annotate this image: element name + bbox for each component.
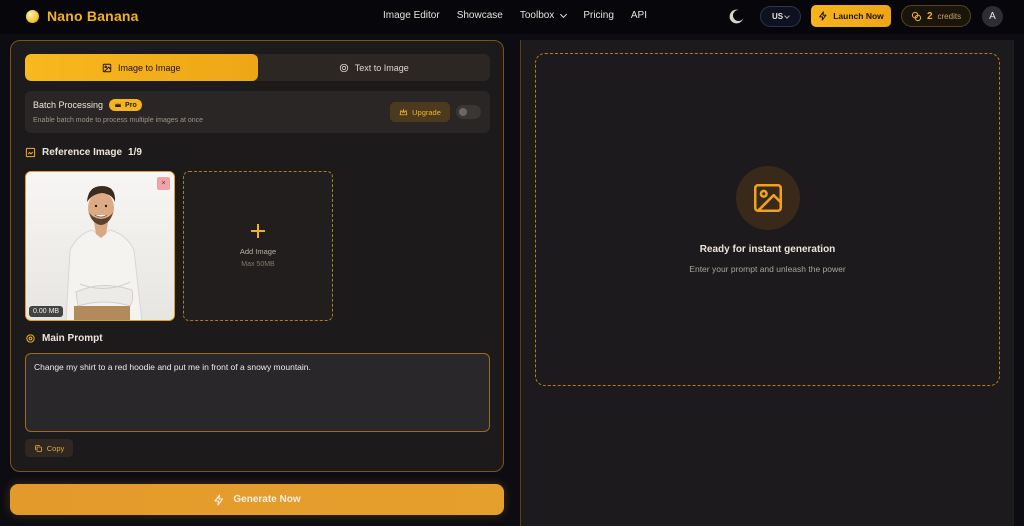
credits-label: credits	[937, 11, 962, 21]
crown-icon	[399, 107, 408, 115]
editor-panel: Image to Image Text to Image Batch Proce…	[10, 40, 504, 472]
main-prompt-value: Change my shirt to a red hoodie and put …	[34, 362, 311, 372]
batch-toggle[interactable]	[456, 105, 481, 119]
plus-icon	[251, 224, 265, 238]
top-navbar: Nano Banana Image Editor Showcase Toolbo…	[0, 0, 1024, 34]
close-icon: ×	[161, 180, 166, 187]
tab-image-to-image[interactable]: Image to Image	[25, 54, 258, 81]
tab-text-to-image-label: Text to Image	[354, 62, 409, 73]
main-prompt-heading: Main Prompt	[25, 333, 103, 344]
bolt-icon	[214, 493, 224, 506]
batch-title-row: Batch Processing Pro	[33, 99, 142, 111]
chevron-down-icon	[784, 12, 790, 19]
language-value: US	[771, 12, 784, 21]
brand-logo[interactable]: Nano Banana	[26, 8, 139, 24]
moon-icon[interactable]	[733, 10, 744, 21]
photo-stack-icon	[25, 147, 36, 158]
language-selector[interactable]: US	[760, 6, 801, 27]
generate-now-label: Generate Now	[233, 494, 301, 505]
output-preview-area: Ready for instant generation Enter your …	[535, 53, 1000, 386]
preview-title: Ready for instant generation	[699, 244, 836, 255]
bolt-icon	[819, 11, 827, 21]
batch-processing-card: Batch Processing Pro Enable batch mode t…	[25, 91, 490, 133]
brand-name: Nano Banana	[47, 8, 139, 24]
launch-now-button[interactable]: Launch Now	[811, 5, 891, 27]
pro-badge-label: Pro	[125, 101, 137, 109]
credits-badge[interactable]: 2 credits	[901, 5, 971, 27]
nav-link-toolbox[interactable]: Toolbox	[519, 10, 568, 21]
upgrade-button[interactable]: Upgrade	[390, 102, 450, 122]
preview-subtitle: Enter your prompt and unleash the power	[689, 264, 846, 274]
file-size-badge: 0.00 MB	[29, 306, 64, 317]
image-icon	[753, 183, 783, 213]
nav-link-showcase[interactable]: Showcase	[457, 10, 503, 21]
add-image-dropzone[interactable]: Add Image Max 50MB	[183, 171, 333, 321]
credits-count: 2	[926, 10, 933, 22]
nav-link-image-editor[interactable]: Image Editor	[383, 10, 440, 21]
upgrade-label: Upgrade	[412, 107, 441, 117]
add-image-limit: Max 50MB	[241, 261, 275, 268]
add-image-label: Add Image	[239, 247, 277, 256]
nav-link-pricing[interactable]: Pricing	[583, 10, 614, 21]
crown-icon	[115, 102, 122, 107]
reference-image-count: 1/9	[128, 147, 142, 158]
person-photo	[26, 172, 174, 320]
reference-image-label: Reference Image	[42, 147, 123, 158]
launch-now-label: Launch Now	[833, 11, 884, 21]
nav-link-toolbox-label: Toolbox	[519, 10, 555, 21]
sun-icon	[26, 9, 39, 23]
main-prompt-label: Main Prompt	[42, 333, 103, 344]
copy-icon	[34, 444, 42, 452]
chevron-down-icon	[560, 10, 568, 18]
preview-image-icon-wrap	[736, 166, 800, 230]
nav-link-api[interactable]: API	[631, 10, 647, 21]
pro-badge: Pro	[109, 99, 142, 111]
tab-text-to-image[interactable]: Text to Image	[258, 54, 491, 81]
avatar[interactable]: A	[982, 6, 1003, 27]
image-icon	[102, 63, 112, 72]
copy-label: Copy	[46, 443, 65, 453]
batch-title: Batch Processing	[33, 100, 104, 110]
remove-image-button[interactable]: ×	[157, 177, 170, 190]
coins-icon	[911, 11, 922, 21]
nav-links: Image Editor Showcase Toolbox Pricing AP…	[383, 10, 647, 21]
reference-image-thumbnail[interactable]: × 0.00 MB	[25, 171, 175, 321]
tab-image-to-image-label: Image to Image	[117, 62, 181, 73]
copy-prompt-button[interactable]: Copy	[25, 439, 73, 457]
sparkle-icon	[339, 63, 348, 72]
output-panel: Ready for instant generation Enter your …	[520, 40, 1014, 526]
batch-description: Enable batch mode to process multiple im…	[33, 117, 204, 124]
mode-tabs: Image to Image Text to Image	[25, 54, 490, 81]
generate-now-button[interactable]: Generate Now	[10, 484, 504, 515]
main-prompt-textarea[interactable]: Change my shirt to a red hoodie and put …	[25, 353, 490, 432]
settings-icon	[26, 334, 35, 343]
reference-image-heading: Reference Image 1/9	[25, 147, 142, 158]
